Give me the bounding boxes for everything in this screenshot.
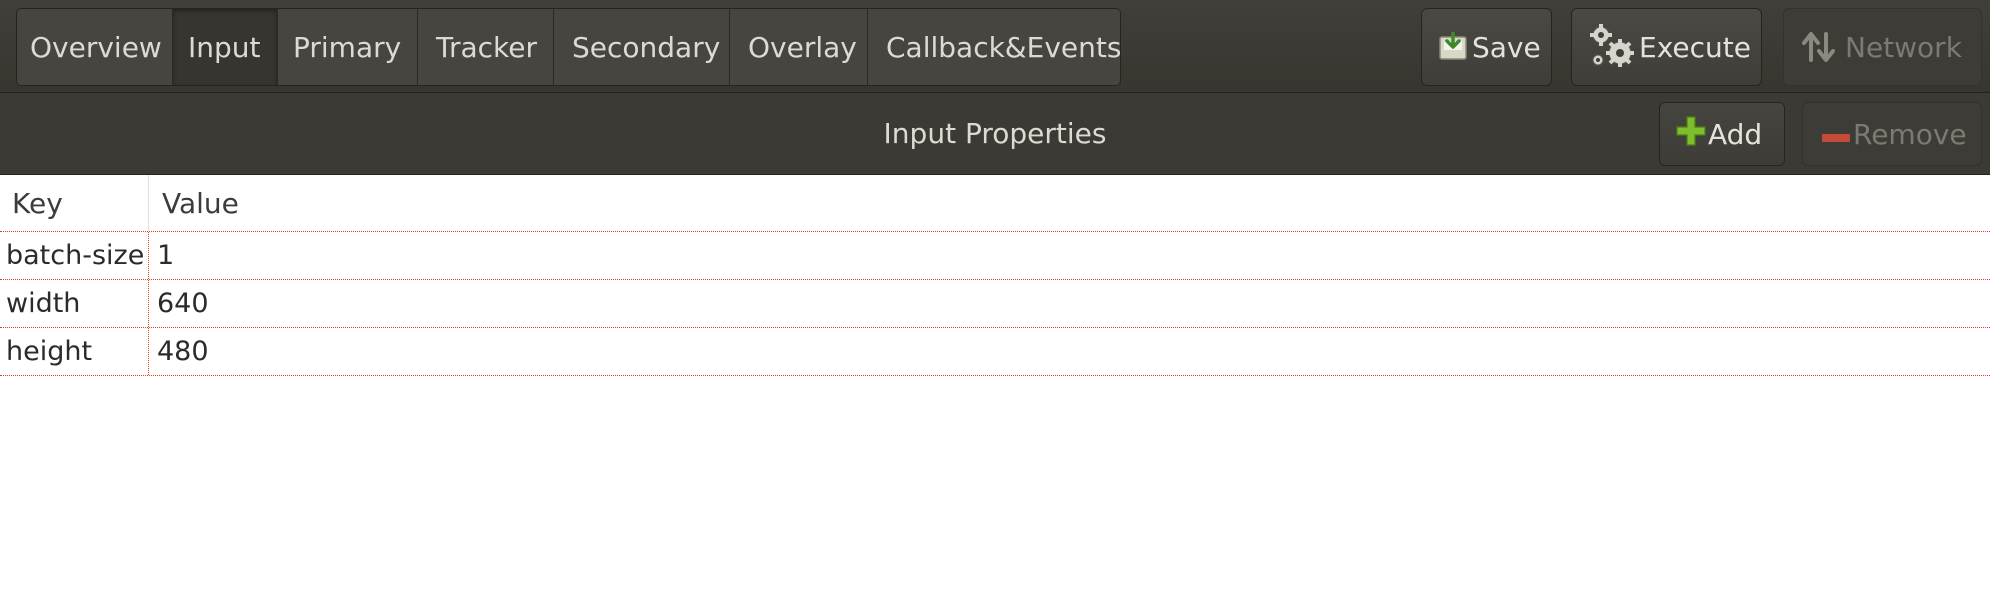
green-plus-icon xyxy=(1676,115,1706,153)
remove-button[interactable]: Remove xyxy=(1802,102,1982,166)
column-header-value[interactable]: Value xyxy=(149,175,1990,231)
tab-label: Overlay xyxy=(748,30,857,64)
table-row[interactable]: width 640 xyxy=(0,280,1990,328)
tab-label: Secondary xyxy=(572,30,721,64)
tab-overlay[interactable]: Overlay xyxy=(730,9,868,85)
table-row[interactable]: height 480 xyxy=(0,328,1990,376)
tab-label: Primary xyxy=(293,30,402,64)
tab-callback-events[interactable]: Callback&Events xyxy=(868,9,1120,85)
key-cell[interactable]: batch-size xyxy=(0,232,149,279)
tab-overview[interactable]: Overview xyxy=(17,9,173,85)
tab-label: Callback&Events xyxy=(886,30,1121,64)
network-label: Network xyxy=(1845,30,1962,64)
table-row[interactable]: batch-size 1 xyxy=(0,232,1990,280)
tab-input[interactable]: Input xyxy=(173,9,278,85)
tab-tracker[interactable]: Tracker xyxy=(418,9,554,85)
add-button[interactable]: Add xyxy=(1659,102,1785,166)
up-down-arrows-icon xyxy=(1801,30,1837,64)
tab-bar: Overview Input Primary Tracker Secondary… xyxy=(16,8,1121,86)
add-label: Add xyxy=(1708,117,1763,151)
value-cell[interactable]: 1 xyxy=(149,232,1990,279)
tab-label: Tracker xyxy=(436,30,538,64)
network-button[interactable]: Network xyxy=(1783,8,1982,86)
properties-header: Input Properties Add Remove xyxy=(0,93,1990,175)
save-button[interactable]: Save xyxy=(1421,8,1552,86)
tab-secondary[interactable]: Secondary xyxy=(554,9,730,85)
red-minus-icon xyxy=(1821,118,1851,151)
tab-label: Overview xyxy=(30,30,162,64)
key-cell[interactable]: width xyxy=(0,280,149,327)
properties-table: Key Value batch-size 1 width 640 height … xyxy=(0,175,1990,376)
remove-label: Remove xyxy=(1853,117,1967,151)
key-cell[interactable]: height xyxy=(0,328,149,375)
save-label: Save xyxy=(1472,30,1541,64)
value-cell[interactable]: 480 xyxy=(149,328,1990,375)
gears-icon xyxy=(1587,22,1637,72)
value-cell[interactable]: 640 xyxy=(149,280,1990,327)
tab-label: Input xyxy=(188,30,261,64)
table-header-row: Key Value xyxy=(0,175,1990,232)
execute-button[interactable]: Execute xyxy=(1571,8,1762,86)
save-download-icon xyxy=(1438,32,1468,62)
execute-label: Execute xyxy=(1639,30,1751,64)
column-header-key[interactable]: Key xyxy=(0,175,149,231)
main-toolbar: Overview Input Primary Tracker Secondary… xyxy=(0,0,1990,93)
tab-primary[interactable]: Primary xyxy=(278,9,418,85)
